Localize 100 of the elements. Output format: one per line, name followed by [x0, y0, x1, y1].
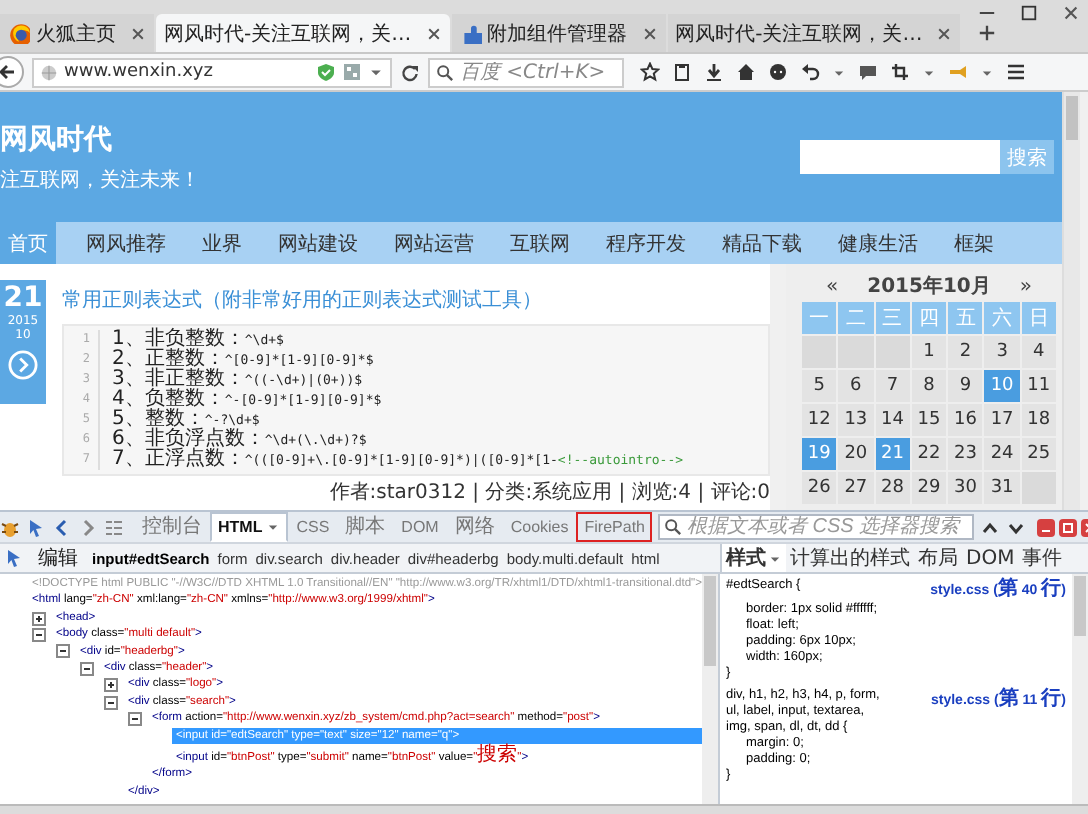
nav-link[interactable]: 框架 [936, 222, 1012, 264]
expand-icon[interactable] [32, 611, 46, 626]
calendar-day[interactable]: 3 [984, 336, 1020, 368]
panel-tab[interactable]: DOM [393, 512, 447, 542]
next-month-link[interactable]: » [1019, 275, 1032, 297]
calendar-day[interactable]: 2 [948, 336, 983, 368]
nav-link[interactable]: 网风推荐 [68, 222, 184, 264]
scrollbar-thumb[interactable] [1074, 576, 1086, 636]
new-tab-icon[interactable] [978, 24, 997, 42]
scrollbar[interactable] [1062, 92, 1080, 510]
panel-tab[interactable]: CSS [288, 512, 338, 542]
calendar-day[interactable]: 29 [911, 472, 947, 504]
clipboard-icon[interactable] [672, 62, 692, 82]
download-icon[interactable] [704, 62, 724, 82]
collapse-icon[interactable] [128, 711, 142, 726]
minimize-icon[interactable] [1036, 517, 1057, 537]
bug-icon[interactable] [0, 517, 20, 537]
calendar-day[interactable]: 28 [875, 472, 910, 504]
side-panel-tab[interactable]: 布局 [914, 544, 962, 572]
calendar-day[interactable]: 7 [875, 370, 910, 402]
nav-link[interactable]: 网站建设 [260, 222, 376, 264]
collapse-icon[interactable] [32, 627, 46, 642]
up-icon[interactable] [980, 517, 1001, 537]
scrollbar-thumb[interactable] [704, 576, 716, 666]
calendar-day[interactable]: 23 [948, 438, 983, 470]
nav-link[interactable]: 精品下载 [704, 222, 820, 264]
panel-tab[interactable]: 控制台 [134, 512, 210, 542]
calendar-day[interactable]: 16 [948, 404, 983, 436]
panel-tab[interactable]: 脚本 [337, 512, 394, 542]
address-bar[interactable]: www.wenxin.xyz [32, 57, 392, 87]
calendar-day[interactable]: 9 [948, 370, 983, 402]
nav-link[interactable]: 业界 [184, 222, 260, 264]
tab-title: 网风时代-关注互联网，关… [675, 21, 923, 47]
scrollbar-thumb[interactable] [1066, 96, 1078, 140]
search-input[interactable] [800, 140, 1000, 174]
calendar-day[interactable]: 13 [838, 404, 874, 436]
previous-month-link[interactable]: « [826, 275, 839, 297]
panel-tab[interactable]: FirePath [576, 512, 653, 542]
calendar-day[interactable]: 17 [984, 404, 1020, 436]
close-icon[interactable] [1062, 4, 1080, 22]
close-icon[interactable] [936, 25, 953, 41]
scrollbar[interactable] [1072, 574, 1088, 804]
calendar-day[interactable]: 1 [911, 336, 947, 368]
crop-icon[interactable] [890, 62, 910, 82]
home-icon[interactable] [736, 62, 756, 82]
calendar-day[interactable]: 5 [802, 370, 837, 402]
calendar-day[interactable]: 30 [948, 472, 983, 504]
caret-icon[interactable] [368, 64, 384, 80]
nav-link[interactable]: 程序开发 [588, 222, 704, 264]
scrollbar[interactable] [702, 574, 718, 804]
calendar-day[interactable]: 14 [875, 404, 910, 436]
panel-tab[interactable]: HTML [210, 512, 289, 542]
maximize-icon[interactable] [1020, 4, 1038, 22]
collapse-icon[interactable] [80, 661, 94, 676]
expand-icon[interactable] [104, 678, 118, 693]
side-panel-tab[interactable]: 事件 [1018, 544, 1067, 572]
calendar-day[interactable]: 22 [911, 438, 947, 470]
side-panel-tab[interactable]: DOM [962, 544, 1019, 572]
calendar-day[interactable]: 20 [838, 438, 874, 470]
calendar-day[interactable]: 31 [984, 472, 1020, 504]
edit-button[interactable]: 编辑 [32, 544, 84, 572]
menu-icon[interactable] [1006, 62, 1026, 82]
forward-icon[interactable] [78, 517, 98, 537]
star-icon[interactable] [640, 62, 660, 82]
calendar-day[interactable]: 25 [1021, 438, 1056, 470]
calendar-day[interactable]: 24 [984, 438, 1020, 470]
close-icon[interactable] [130, 25, 146, 41]
side-panel-tab[interactable]: 计算出的样式 [786, 544, 914, 572]
post-title[interactable]: 常用正则表达式（附非常好用的正则表达式测试工具） [62, 286, 770, 314]
nav-link[interactable]: 网站运营 [376, 222, 492, 264]
calendar-day[interactable]: 11 [1021, 370, 1056, 402]
calendar-day[interactable]: 27 [838, 472, 874, 504]
browser-tab[interactable]: 火狐主页 [0, 14, 154, 52]
back-icon[interactable] [0, 56, 24, 88]
calendar-day[interactable]: 12 [802, 404, 837, 436]
chat-icon[interactable] [768, 62, 788, 82]
side-panel-tab[interactable]: 样式 [722, 544, 786, 572]
calendar-day[interactable]: 8 [911, 370, 947, 402]
calendar-day[interactable]: 4 [1021, 336, 1056, 368]
nav-link[interactable]: 互联网 [492, 222, 588, 264]
browser-tab[interactable]: 附加组件管理器 [451, 14, 666, 52]
calendar-day[interactable]: 6 [838, 370, 874, 402]
panel-tab[interactable]: 网络 [446, 512, 503, 542]
reload-icon[interactable] [400, 62, 420, 82]
close-icon[interactable] [425, 25, 442, 41]
list-icon[interactable] [104, 517, 124, 537]
collapse-icon[interactable] [56, 644, 70, 659]
nav-link[interactable]: 健康生活 [820, 222, 936, 264]
close-icon[interactable] [641, 25, 658, 41]
panel-tab[interactable]: Cookies [502, 512, 577, 542]
browser-tab[interactable]: 网风时代-关注互联网，关… [667, 14, 961, 52]
calendar-day[interactable]: 26 [802, 472, 837, 504]
browser-tab[interactable]: 网风时代-关注互联网，关… [156, 14, 450, 52]
undo-icon[interactable] [800, 62, 820, 82]
speech-bubble-icon[interactable] [858, 62, 878, 82]
calendar-day[interactable]: 18 [1021, 404, 1056, 436]
calendar-day[interactable]: 15 [911, 404, 947, 436]
back-icon[interactable] [52, 517, 72, 537]
shield-icon[interactable] [316, 62, 336, 82]
collapse-icon[interactable] [104, 695, 118, 710]
